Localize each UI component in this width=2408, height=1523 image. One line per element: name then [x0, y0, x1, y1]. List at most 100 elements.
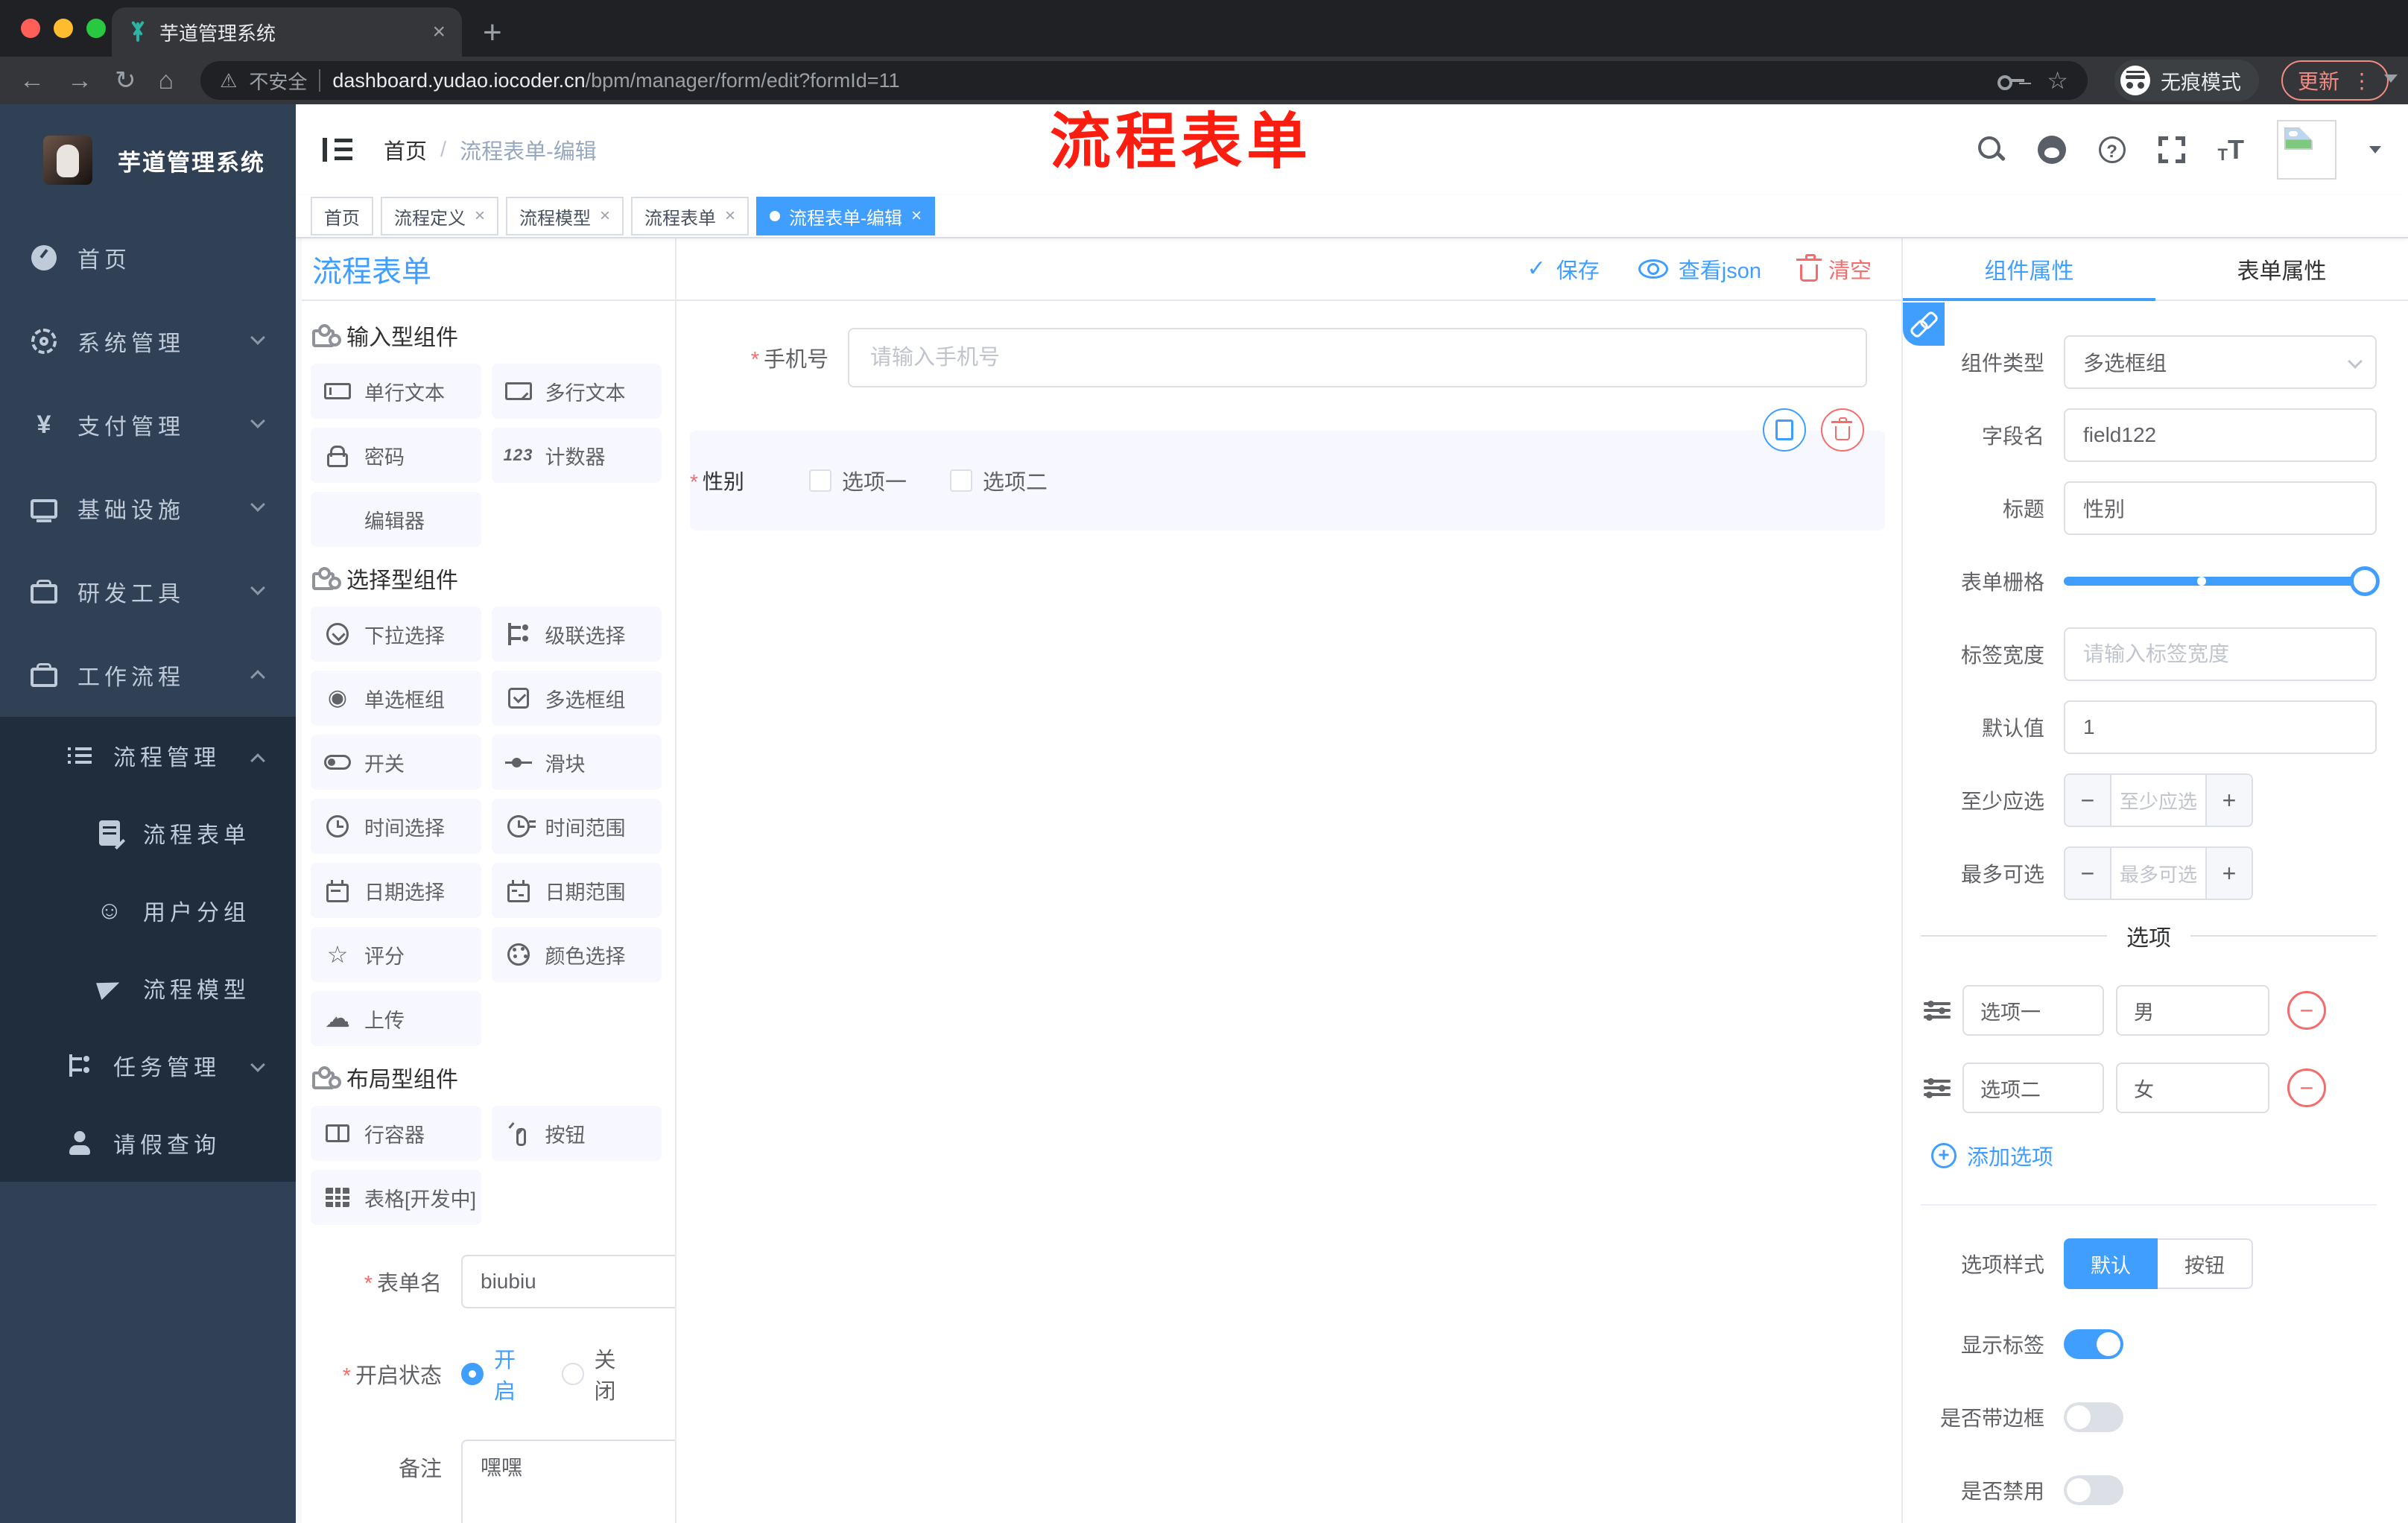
minus-button[interactable]: −: [2065, 848, 2111, 899]
sidebar-item-workflow[interactable]: 工作流程: [0, 633, 296, 717]
close-window-button[interactable]: [21, 19, 40, 38]
component-item-slider[interactable]: 滑块: [491, 735, 662, 790]
gender-checkbox-option2[interactable]: 选项二: [950, 465, 1048, 496]
component-item-upload[interactable]: ☁ 上传: [311, 991, 481, 1046]
sidebar-item-process-form[interactable]: 流程表单: [0, 794, 296, 872]
component-item-color-picker[interactable]: 颜色选择: [491, 927, 662, 982]
component-item-checkbox-group[interactable]: 多选框组: [491, 671, 662, 726]
sidebar-item-process-model[interactable]: 流程模型: [0, 949, 296, 1027]
option-label-input[interactable]: [1962, 985, 2104, 1036]
minimize-window-button[interactable]: [54, 19, 73, 38]
component-item-multi-text[interactable]: 多行文本: [491, 364, 662, 419]
border-toggle[interactable]: [2064, 1402, 2123, 1432]
component-type-select[interactable]: [2064, 335, 2377, 389]
drag-handle-icon[interactable]: [1924, 1078, 1951, 1098]
sidebar-item-payment[interactable]: ¥ 支付管理: [0, 383, 296, 466]
font-size-icon[interactable]: TT: [2218, 136, 2244, 163]
sidebar-item-user-group[interactable]: ☺ 用户分组: [0, 872, 296, 949]
selected-component-block[interactable]: * 性别 选项一 选项二: [690, 408, 1885, 531]
hamburger-icon[interactable]: [323, 138, 352, 162]
tag-process-form-edit[interactable]: 流程表单-编辑 ×: [756, 197, 936, 235]
component-type-value[interactable]: [2064, 335, 2377, 389]
fullscreen-icon[interactable]: [2158, 136, 2185, 163]
help-icon[interactable]: [2098, 136, 2126, 163]
component-item-cascader[interactable]: 级联选择: [491, 607, 662, 662]
component-item-button[interactable]: 按钮: [491, 1106, 662, 1161]
github-icon[interactable]: [2037, 136, 2066, 164]
key-icon[interactable]: [1997, 75, 2026, 90]
avatar[interactable]: [2277, 120, 2336, 180]
style-button-button[interactable]: 按钮: [2158, 1238, 2253, 1289]
sidebar-item-leave-query[interactable]: 请假查询: [0, 1104, 296, 1182]
save-button[interactable]: ✓ 保存: [1527, 253, 1600, 285]
forward-icon[interactable]: →: [67, 68, 92, 93]
component-item-single-text[interactable]: 单行文本: [311, 364, 481, 419]
slider-track[interactable]: [2064, 577, 2377, 586]
component-item-switch[interactable]: 开关: [311, 735, 481, 790]
delete-component-button[interactable]: [1821, 408, 1864, 452]
checkbox-icon[interactable]: [950, 469, 973, 492]
sidebar-item-task-mgmt[interactable]: 任务管理: [0, 1027, 296, 1104]
component-item-date-range[interactable]: 日期范围: [491, 863, 662, 918]
search-icon[interactable]: [1977, 136, 2005, 163]
breadcrumb-home[interactable]: 首页: [384, 134, 427, 165]
close-icon[interactable]: ×: [725, 206, 735, 227]
new-tab-button[interactable]: +: [483, 16, 502, 49]
component-item-radio-group[interactable]: ◉ 单选框组: [311, 671, 481, 726]
component-item-row-container[interactable]: 行容器: [311, 1106, 481, 1161]
kebab-menu-icon[interactable]: ⋮: [2351, 69, 2372, 93]
component-item-time-range[interactable]: 时间范围: [491, 799, 662, 854]
close-icon[interactable]: ×: [911, 206, 922, 227]
style-default-button[interactable]: 默认: [2064, 1238, 2158, 1289]
field-name-input[interactable]: [2064, 408, 2377, 462]
form-remark-textarea[interactable]: 嘿嘿: [461, 1440, 675, 1523]
sidebar-item-devtools[interactable]: 研发工具: [0, 550, 296, 633]
copy-component-button[interactable]: [1763, 408, 1806, 452]
component-item-dropdown[interactable]: 下拉选择: [311, 607, 481, 662]
sidebar-item-infra[interactable]: 基础设施: [0, 466, 296, 550]
option-value-input[interactable]: [2116, 1063, 2269, 1113]
tab-component-props[interactable]: 组件属性: [1903, 238, 2155, 301]
component-item-rate[interactable]: ☆ 评分: [311, 927, 481, 982]
phone-input[interactable]: [848, 328, 1867, 387]
status-radio-on[interactable]: 开启: [461, 1343, 520, 1405]
max-select-placeholder[interactable]: 最多可选: [2111, 848, 2205, 899]
option-label-input[interactable]: [1962, 1063, 2104, 1113]
window-controls[interactable]: [21, 19, 106, 38]
component-item-counter[interactable]: 123 计数器: [491, 428, 662, 483]
tag-home[interactable]: 首页: [311, 197, 373, 235]
sidebar-item-process-mgmt[interactable]: 流程管理: [0, 717, 296, 794]
tag-process-model[interactable]: 流程模型 ×: [506, 197, 624, 235]
zoom-window-button[interactable]: [86, 19, 106, 38]
disabled-toggle[interactable]: [2064, 1475, 2123, 1505]
plus-button[interactable]: +: [2205, 775, 2252, 826]
sidebar-item-home[interactable]: 首页: [0, 216, 296, 300]
drag-handle-icon[interactable]: [1924, 1001, 1951, 1020]
phone-field-row[interactable]: * 手机号: [677, 328, 1901, 387]
plus-button[interactable]: +: [2205, 848, 2252, 899]
option-value-input[interactable]: [2116, 985, 2269, 1036]
chevron-down-icon[interactable]: [2369, 146, 2381, 153]
default-value-input[interactable]: [2064, 700, 2377, 754]
form-name-input[interactable]: [461, 1255, 675, 1308]
remove-option-button[interactable]: −: [2287, 1068, 2326, 1107]
bookmark-star-icon[interactable]: ☆: [2047, 66, 2068, 95]
component-item-password[interactable]: 密码: [311, 428, 481, 483]
chevron-down-icon[interactable]: [2384, 75, 2398, 83]
tab-close-icon[interactable]: ×: [432, 21, 446, 43]
view-json-button[interactable]: 查看json: [1638, 253, 1761, 285]
checkbox-icon[interactable]: [809, 469, 831, 492]
title-input[interactable]: [2064, 481, 2377, 535]
component-item-time-picker[interactable]: 时间选择: [311, 799, 481, 854]
show-label-toggle[interactable]: [2064, 1329, 2123, 1359]
label-width-input[interactable]: [2064, 627, 2377, 681]
minus-button[interactable]: −: [2065, 775, 2111, 826]
update-button[interactable]: 更新 ⋮: [2281, 60, 2389, 101]
add-option-button[interactable]: 添加选项: [1931, 1140, 2377, 1171]
url-bar[interactable]: ⚠ 不安全 dashboard.yudao.iocoder.cn/bpm/man…: [200, 61, 2088, 100]
back-icon[interactable]: ←: [19, 68, 45, 93]
component-item-table[interactable]: 表格[开发中]: [311, 1170, 481, 1225]
security-label[interactable]: 不安全: [249, 67, 307, 95]
form-grid-slider[interactable]: [2064, 554, 2380, 608]
sidebar-item-system[interactable]: 系统管理: [0, 300, 296, 383]
